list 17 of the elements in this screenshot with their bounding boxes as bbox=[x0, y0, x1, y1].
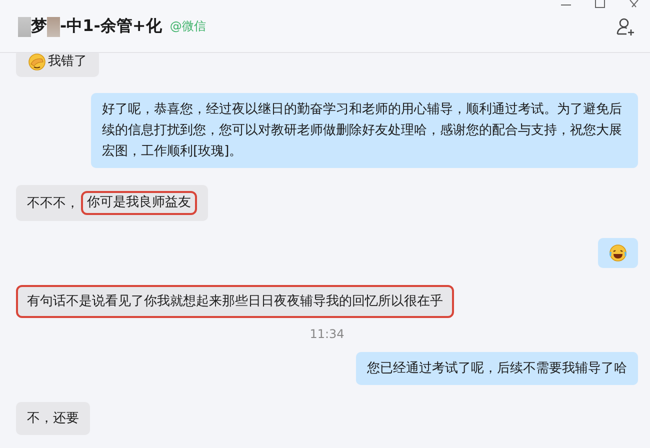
message-text: 我错了 bbox=[48, 53, 87, 71]
message-text: 好了呢，恭喜您，经过夜以继日的勤奋学习和老师的用心辅导，顺利通过考试。为了避免后续的信息打扰到您，您可以对教研老师做删除好友处理哈，感谢您的配合与支持，祝您大展宏图，工作顺利[玫瑰]。 bbox=[102, 101, 623, 161]
message-text: 有句话不是说看见了你我就想起来那些日日夜夜辅导我的回忆所以很在乎 bbox=[27, 293, 443, 311]
blurred-block bbox=[47, 16, 60, 36]
blurred-block bbox=[18, 16, 31, 36]
timestamp: 11:34 bbox=[310, 327, 344, 341]
add-member-icon[interactable] bbox=[616, 16, 636, 36]
source-label: @微信 bbox=[170, 18, 206, 35]
message-text: 不不不， bbox=[27, 194, 79, 212]
maximize-icon[interactable] bbox=[594, 0, 606, 8]
message-text: 你可是我良师益友 bbox=[81, 191, 197, 215]
laughing-emoji-icon bbox=[609, 244, 627, 262]
message-text: 您已经通过考试了呢，后续不需要我辅导了哈 bbox=[367, 360, 627, 378]
close-icon[interactable] bbox=[628, 0, 640, 8]
message-text: 不，还要 bbox=[27, 410, 79, 428]
chat-title: -中1-余管+化 bbox=[60, 16, 162, 37]
chat-title: 梦 bbox=[31, 16, 47, 37]
